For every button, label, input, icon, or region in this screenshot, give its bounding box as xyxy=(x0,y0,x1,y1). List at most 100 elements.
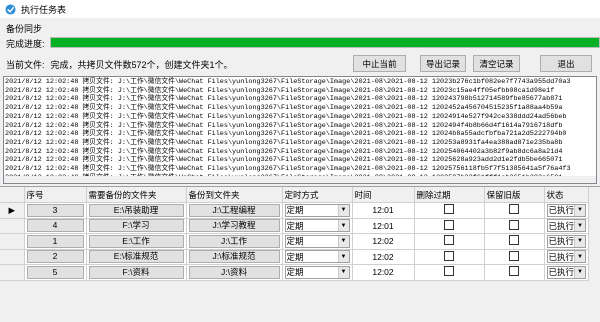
status-select[interactable]: 已执行 ▼ xyxy=(546,265,587,279)
column-header[interactable]: 备份到文件夹 xyxy=(186,187,283,203)
seq-cell[interactable]: 2 xyxy=(24,249,87,265)
status-cell[interactable]: 已执行 ▼ xyxy=(544,249,590,265)
source-folder-button[interactable]: F:\学习 xyxy=(88,219,184,233)
keep-old-version-checkbox[interactable] xyxy=(509,250,519,261)
source-folder-cell[interactable]: E:\吊装助理 xyxy=(86,202,187,219)
time-cell[interactable]: 12:02 xyxy=(352,264,415,281)
keep-old-version-checkbox[interactable] xyxy=(509,266,519,277)
schedule-mode-select[interactable]: 定期 ▼ xyxy=(284,250,350,264)
table-row[interactable]: ▶ 3 E:\吊装助理 J:\工程编程 定期 ▼ 12:01 已执行 ▼ xyxy=(0,202,590,219)
schedule-mode-cell[interactable]: 定期 ▼ xyxy=(282,202,353,219)
chevron-down-icon[interactable]: ▼ xyxy=(337,266,349,278)
table-row[interactable]: 1 E:\工作 J:\工作 定期 ▼ 12:02 已执行 ▼ xyxy=(0,233,590,250)
target-folder-cell[interactable]: J:\学习教程 xyxy=(186,218,283,234)
table-row[interactable]: 5 F:\资料 J:\资料 定期 ▼ 12:02 已执行 ▼ xyxy=(0,264,590,281)
schedule-mode-cell[interactable]: 定期 ▼ xyxy=(282,264,353,281)
delete-expired-cell[interactable] xyxy=(414,264,485,281)
schedule-mode-select[interactable]: 定期 ▼ xyxy=(284,203,350,217)
column-header[interactable]: 定时方式 xyxy=(282,187,353,203)
delete-expired-cell[interactable] xyxy=(414,218,485,234)
target-folder-cell[interactable]: J:\资料 xyxy=(186,264,283,281)
seq-button[interactable]: 1 xyxy=(26,234,84,248)
delete-expired-cell[interactable] xyxy=(414,249,485,265)
target-folder-cell[interactable]: J:\工程编程 xyxy=(186,202,283,219)
chevron-down-icon[interactable]: ▼ xyxy=(337,220,349,232)
export-log-button[interactable]: 导出记录 xyxy=(420,55,466,72)
row-header[interactable] xyxy=(0,218,25,234)
keep-old-cell[interactable] xyxy=(484,264,545,281)
status-select[interactable]: 已执行 ▼ xyxy=(546,219,587,233)
row-header[interactable] xyxy=(0,264,25,281)
source-folder-button[interactable]: E:\标准规范 xyxy=(88,250,184,264)
chevron-down-icon[interactable]: ▼ xyxy=(574,220,586,232)
target-folder-button[interactable]: J:\资料 xyxy=(188,265,280,279)
delete-expired-checkbox[interactable] xyxy=(444,266,454,277)
status-cell[interactable]: 已执行 ▼ xyxy=(544,202,590,219)
status-select[interactable]: 已执行 ▼ xyxy=(546,234,587,248)
status-cell[interactable]: 已执行 ▼ xyxy=(544,218,590,234)
delete-expired-checkbox[interactable] xyxy=(444,235,454,246)
keep-old-cell[interactable] xyxy=(484,218,545,234)
keep-old-version-checkbox[interactable] xyxy=(509,204,519,215)
seq-button[interactable]: 4 xyxy=(26,219,84,233)
table-row[interactable]: 4 F:\学习 J:\学习教程 定期 ▼ 12:01 已执行 ▼ xyxy=(0,218,590,234)
source-folder-button[interactable]: E:\吊装助理 xyxy=(88,203,184,217)
keep-old-version-checkbox[interactable] xyxy=(509,219,519,230)
status-cell[interactable]: 已执行 ▼ xyxy=(544,233,590,250)
column-header[interactable]: 状态 xyxy=(544,187,590,203)
exit-button[interactable]: 退出 xyxy=(540,55,592,72)
seq-cell[interactable]: 3 xyxy=(24,202,87,219)
chevron-down-icon[interactable]: ▼ xyxy=(574,235,586,247)
row-header[interactable] xyxy=(0,233,25,250)
log-horizontal-scrollbar[interactable] xyxy=(4,176,596,183)
schedule-mode-select[interactable]: 定期 ▼ xyxy=(284,265,350,279)
source-folder-cell[interactable]: E:\标准规范 xyxy=(86,249,187,265)
column-header[interactable]: 时间 xyxy=(352,187,415,203)
stop-current-button[interactable]: 中止当前 xyxy=(353,55,406,72)
seq-button[interactable]: 3 xyxy=(26,203,84,217)
status-select[interactable]: 已执行 ▼ xyxy=(546,250,587,264)
delete-expired-checkbox[interactable] xyxy=(444,219,454,230)
target-folder-cell[interactable]: J:\工作 xyxy=(186,233,283,250)
time-cell[interactable]: 12:01 xyxy=(352,202,415,219)
source-folder-cell[interactable]: E:\工作 xyxy=(86,233,187,250)
source-folder-button[interactable]: F:\资料 xyxy=(88,265,184,279)
keep-old-version-checkbox[interactable] xyxy=(509,235,519,246)
status-cell[interactable]: 已执行 ▼ xyxy=(544,264,590,281)
target-folder-button[interactable]: J:\工作 xyxy=(188,234,280,248)
clear-log-button[interactable]: 清空记录 xyxy=(473,55,520,72)
schedule-mode-cell[interactable]: 定期 ▼ xyxy=(282,249,353,265)
keep-old-cell[interactable] xyxy=(484,249,545,265)
status-select[interactable]: 已执行 ▼ xyxy=(546,203,587,217)
chevron-down-icon[interactable]: ▼ xyxy=(337,204,349,216)
log-textbox[interactable]: 2021/8/12 12:02:48 拷贝文件: J:\工作\微信文件\WeCh… xyxy=(3,76,597,184)
column-header[interactable]: 保留旧版 xyxy=(484,187,545,203)
table-row[interactable]: 2 E:\标准规范 J:\标准规范 定期 ▼ 12:02 已执行 ▼ xyxy=(0,249,590,265)
column-header[interactable]: 序号 xyxy=(24,187,87,203)
chevron-down-icon[interactable]: ▼ xyxy=(337,251,349,263)
time-cell[interactable]: 12:02 xyxy=(352,233,415,250)
target-folder-cell[interactable]: J:\标准规范 xyxy=(186,249,283,265)
keep-old-cell[interactable] xyxy=(484,202,545,219)
target-folder-button[interactable]: J:\工程编程 xyxy=(188,203,280,217)
seq-button[interactable]: 2 xyxy=(26,250,84,264)
schedule-mode-select[interactable]: 定期 ▼ xyxy=(284,219,350,233)
target-folder-button[interactable]: J:\标准规范 xyxy=(188,250,280,264)
source-folder-cell[interactable]: F:\资料 xyxy=(86,264,187,281)
schedule-mode-select[interactable]: 定期 ▼ xyxy=(284,234,350,248)
delete-expired-checkbox[interactable] xyxy=(444,250,454,261)
delete-expired-cell[interactable] xyxy=(414,233,485,250)
chevron-down-icon[interactable]: ▼ xyxy=(574,251,586,263)
time-cell[interactable]: 12:01 xyxy=(352,218,415,234)
row-header[interactable] xyxy=(0,249,25,265)
seq-cell[interactable]: 5 xyxy=(24,264,87,281)
source-folder-button[interactable]: E:\工作 xyxy=(88,234,184,248)
keep-old-cell[interactable] xyxy=(484,233,545,250)
row-header[interactable]: ▶ xyxy=(0,202,25,219)
schedule-mode-cell[interactable]: 定期 ▼ xyxy=(282,218,353,234)
seq-cell[interactable]: 1 xyxy=(24,233,87,250)
chevron-down-icon[interactable]: ▼ xyxy=(574,266,586,278)
chevron-down-icon[interactable]: ▼ xyxy=(574,204,586,216)
target-folder-button[interactable]: J:\学习教程 xyxy=(188,219,280,233)
seq-button[interactable]: 5 xyxy=(26,265,84,279)
